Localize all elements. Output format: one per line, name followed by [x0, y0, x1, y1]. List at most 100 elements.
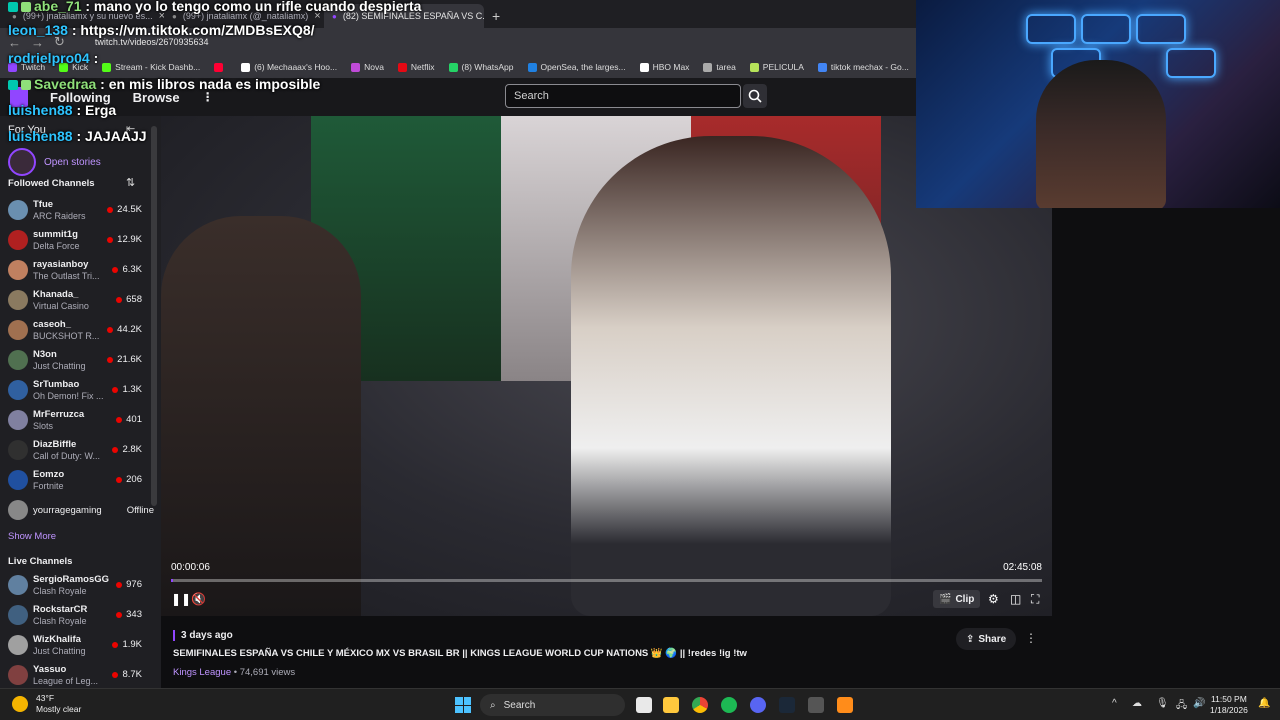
- chat-username: Savedraa: [34, 76, 97, 92]
- microphone-icon[interactable]: 🎙: [1156, 698, 1169, 709]
- channel-game: Just Chatting: [33, 361, 86, 371]
- file-explorer-icon[interactable]: [663, 697, 679, 713]
- more-options-icon[interactable]: ⋮: [1025, 631, 1037, 645]
- bookmark-item[interactable]: Netflix: [397, 62, 435, 72]
- channel-game: The Outlast Tri...: [33, 271, 100, 281]
- bookmark-item[interactable]: HBO Max: [639, 62, 689, 72]
- avatar: [8, 605, 28, 625]
- bookmark-item[interactable]: PELICULA: [749, 62, 804, 72]
- bookmark-item[interactable]: tiktok mechax - Go...: [817, 62, 909, 72]
- settings-gear-icon[interactable]: ⚙: [988, 592, 999, 606]
- channel-game: League of Leg...: [33, 676, 99, 686]
- onedrive-icon[interactable]: ☁: [1132, 698, 1142, 709]
- channel-item[interactable]: rayasianboy The Outlast Tri... 6.3K: [0, 256, 150, 286]
- bookmark-item[interactable]: [214, 62, 227, 72]
- sort-icon[interactable]: ⇅: [126, 176, 135, 189]
- share-button[interactable]: ⇪ Share: [956, 628, 1017, 650]
- search-button[interactable]: [743, 84, 767, 108]
- app-icon[interactable]: [808, 697, 824, 713]
- viewer-count-value: 1.3K: [122, 384, 142, 395]
- channel-name: RockstarCR: [33, 604, 88, 615]
- channel-name: Eomzo: [33, 469, 65, 480]
- open-stories[interactable]: Open stories: [8, 148, 101, 176]
- viewer-count: 2.8K: [112, 444, 142, 455]
- notification-icon[interactable]: 🔔: [1258, 698, 1270, 709]
- channel-item[interactable]: RockstarCR Clash Royale 343: [0, 601, 150, 631]
- clock[interactable]: 11:50 PM 1/18/2026: [1210, 694, 1248, 716]
- avatar: [8, 500, 28, 520]
- network-icon[interactable]: 🖧: [1176, 698, 1187, 715]
- new-tab-button[interactable]: +: [484, 4, 508, 28]
- channel-item[interactable]: SergioRamosGG Clash Royale 976: [0, 571, 150, 601]
- bookmark-item[interactable]: (6) Mechaaax's Hoo...: [241, 62, 337, 72]
- url-field[interactable]: twitch.tv/videos/2670935634: [95, 37, 209, 47]
- sidebar-scrollbar[interactable]: [151, 126, 157, 506]
- bookmark-item[interactable]: Nova: [351, 62, 384, 72]
- channel-link[interactable]: Kings League: [173, 667, 231, 678]
- avatar: [8, 665, 28, 685]
- channel-item[interactable]: summit1g Delta Force 12.9K: [0, 226, 150, 256]
- time: 11:50 PM: [1211, 694, 1247, 704]
- chat-message: luishen88 : Erga: [8, 102, 116, 118]
- show-more-link[interactable]: Show More: [8, 531, 56, 542]
- story-avatar: [8, 148, 36, 176]
- avatar: [8, 575, 28, 595]
- discord-icon[interactable]: [750, 697, 766, 713]
- bookmark-item[interactable]: tarea: [703, 62, 736, 72]
- channel-game: Clash Royale: [33, 586, 87, 596]
- channel-item[interactable]: Tfue ARC Raiders 24.5K: [0, 196, 150, 226]
- task-view-icon[interactable]: [636, 697, 652, 713]
- spotify-icon[interactable]: [721, 697, 737, 713]
- start-icon[interactable]: [455, 697, 471, 713]
- bookmark-item[interactable]: OpenSea, the larges...: [527, 62, 626, 72]
- bookmark-label: tiktok mechax - Go...: [830, 62, 909, 72]
- avatar: [8, 350, 28, 370]
- date: 1/18/2026: [1210, 705, 1248, 715]
- weather-widget[interactable]: 43°F Mostly clear: [12, 693, 81, 715]
- viewer-count: 12.9K: [107, 234, 142, 245]
- chat-message: leon_138 : https://vm.tiktok.com/ZMDBsEX…: [8, 22, 315, 38]
- channel-game: Call of Duty: W...: [33, 451, 101, 461]
- channel-item[interactable]: caseoh_ BUCKSHOT R... 44.2K: [0, 316, 150, 346]
- theatre-mode-icon[interactable]: ◫: [1010, 592, 1021, 606]
- app-orange-icon[interactable]: [837, 697, 853, 713]
- pause-icon[interactable]: ❚❚: [171, 592, 191, 606]
- live-dot-icon: [107, 326, 114, 333]
- search-input[interactable]: Search: [505, 84, 741, 108]
- total-time: 02:45:08: [1003, 562, 1042, 573]
- viewer-count-value: 401: [126, 414, 142, 425]
- bookmark-icon: [703, 62, 713, 72]
- hex-light: [1166, 48, 1216, 78]
- viewer-count-value: 21.6K: [117, 354, 142, 365]
- channel-name: N3on: [33, 349, 57, 360]
- share-label: Share: [978, 633, 1007, 645]
- channel-item[interactable]: WizKhalifa Just Chatting 1.9K: [0, 631, 150, 661]
- tray-chevron-icon[interactable]: ^: [1112, 698, 1117, 709]
- channel-item[interactable]: MrFerruzca Slots 401: [0, 406, 150, 436]
- channel-item-offline[interactable]: yourragegaming Offline: [0, 496, 154, 526]
- mute-icon[interactable]: 🔇: [191, 592, 206, 606]
- volume-icon[interactable]: 🔊: [1193, 698, 1205, 709]
- seek-bar[interactable]: [171, 579, 1042, 582]
- channel-item[interactable]: DiazBiffle Call of Duty: W... 2.8K: [0, 436, 150, 466]
- bookmark-item[interactable]: (8) WhatsApp: [448, 62, 514, 72]
- video-title: SEMIFINALES ESPAÑA VS CHILE Y MÉXICO MX …: [173, 648, 747, 659]
- channel-item[interactable]: Khanada_ Virtual Casino 658: [0, 286, 150, 316]
- chrome-icon[interactable]: [692, 697, 708, 713]
- channel-item[interactable]: Eomzo Fortnite 206: [0, 466, 150, 496]
- channel-item[interactable]: N3on Just Chatting 21.6K: [0, 346, 150, 376]
- chat-text: : mano yo lo tengo como un rifle cuando …: [85, 0, 422, 14]
- viewer-count-value: 206: [126, 474, 142, 485]
- nav-more-icon[interactable]: ⋮: [202, 90, 214, 104]
- fullscreen-icon[interactable]: ⛶: [1031, 592, 1039, 607]
- clip-button[interactable]: 🎬 Clip: [933, 590, 981, 608]
- taskbar-search[interactable]: ⌕ Search: [480, 694, 625, 716]
- viewer-count-value: 8.7K: [122, 669, 142, 680]
- channel-item[interactable]: Yassuo League of Leg... 8.7K: [0, 661, 150, 688]
- channel-item[interactable]: SrTumbao Oh Demon! Fix ... 1.3K: [0, 376, 150, 406]
- bookmark-icon: [749, 62, 759, 72]
- chat-text: :: [93, 50, 99, 66]
- steam-icon[interactable]: [779, 697, 795, 713]
- bookmark-item[interactable]: Stream - Kick Dashb...: [102, 62, 200, 72]
- chat-username: luishen88: [8, 128, 73, 144]
